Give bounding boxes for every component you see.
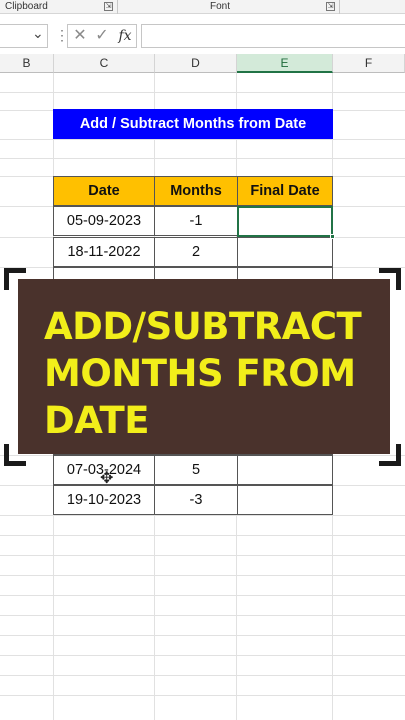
clipboard-dialog-launcher-icon[interactable]: ⇲: [104, 2, 113, 11]
grid-line: [0, 615, 405, 616]
months-cell[interactable]: 2: [154, 237, 238, 267]
months-cell[interactable]: -3: [154, 485, 238, 515]
cancel-icon[interactable]: ✕: [70, 25, 90, 47]
header-cell-date[interactable]: Date: [53, 176, 155, 206]
chevron-down-icon[interactable]: ⌄: [32, 25, 44, 42]
header-cell-months[interactable]: Months: [154, 176, 238, 206]
grid-line: [0, 515, 405, 516]
overlay-line: MONTHS FROM: [44, 352, 356, 395]
grid-line: [0, 535, 405, 536]
date-cell[interactable]: 19-10-2023: [53, 485, 155, 515]
grid-line: [0, 695, 405, 696]
overlay-line: ADD/SUBTRACT: [44, 305, 362, 348]
grid-line: [0, 635, 405, 636]
final-date-cell[interactable]: [237, 485, 333, 515]
column-header-b[interactable]: B: [0, 54, 54, 73]
header-cell-final-date[interactable]: Final Date: [237, 176, 333, 206]
font-group-label: Font: [210, 1, 231, 12]
clipboard-group-label: Clipboard: [5, 1, 48, 12]
cross-cursor-icon: ✥: [100, 470, 114, 487]
column-header-e[interactable]: E: [237, 54, 333, 73]
column-header-c[interactable]: C: [54, 54, 155, 73]
ribbon-separator: [339, 0, 340, 14]
date-cell[interactable]: 05-09-2023: [53, 206, 155, 236]
formula-input[interactable]: [141, 24, 405, 48]
name-box[interactable]: ⌄: [0, 24, 48, 48]
sheet-title[interactable]: Add / Subtract Months from Date: [53, 109, 333, 139]
date-cell[interactable]: 18-11-2022: [53, 237, 155, 267]
font-dialog-launcher-icon[interactable]: ⇲: [326, 2, 335, 11]
months-cell[interactable]: 5: [154, 455, 238, 485]
column-header-f[interactable]: F: [333, 54, 405, 73]
grid-line: [0, 675, 405, 676]
ribbon-separator: [117, 0, 118, 14]
corner-bracket: [4, 268, 26, 290]
active-cell-selection[interactable]: [237, 206, 333, 237]
insert-function-button[interactable]: fx: [115, 25, 135, 47]
ribbon-group-labels: [0, 0, 405, 14]
grid-line: [0, 575, 405, 576]
overlay-line: DATE: [44, 399, 150, 442]
column-header-d[interactable]: D: [155, 54, 237, 73]
months-cell[interactable]: -1: [154, 206, 238, 236]
grid-line: [0, 139, 405, 140]
fill-handle[interactable]: [330, 234, 335, 239]
corner-bracket: [379, 268, 401, 290]
grid-line: [0, 158, 405, 159]
enter-icon[interactable]: ✓: [92, 25, 112, 47]
final-date-cell[interactable]: [237, 237, 333, 267]
final-date-cell[interactable]: [237, 455, 333, 485]
grid-line: [0, 655, 405, 656]
grid-line: [0, 555, 405, 556]
overlay-caption: ADD/SUBTRACT MONTHS FROM DATE: [44, 303, 384, 444]
corner-bracket: [4, 444, 26, 466]
grid-line: [0, 92, 405, 93]
corner-bracket: [379, 444, 401, 466]
grid-line: [0, 595, 405, 596]
